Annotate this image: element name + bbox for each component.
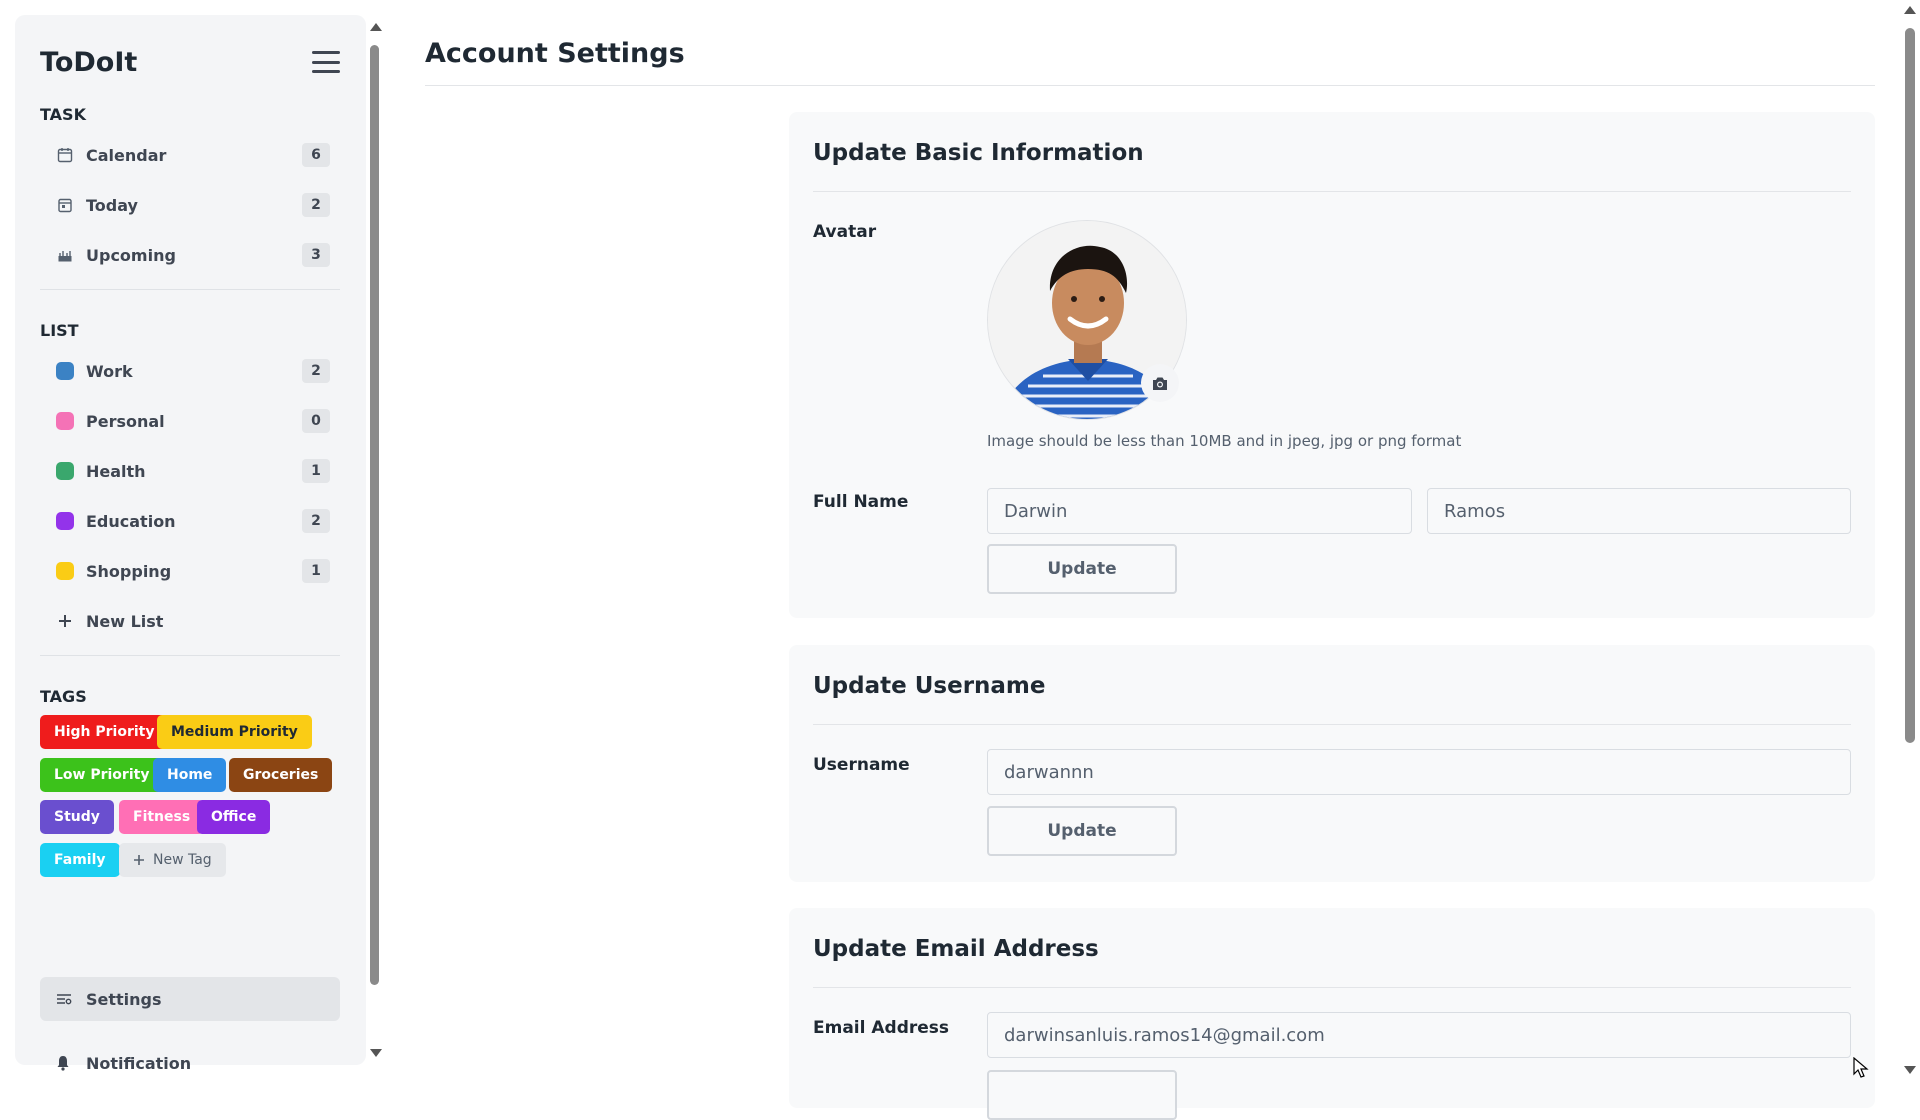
tags-section-title: TAGS xyxy=(40,687,87,706)
sidebar-item-today[interactable]: Today 2 xyxy=(40,185,330,225)
scroll-down-arrow-icon[interactable] xyxy=(1904,1066,1916,1074)
scroll-up-arrow-icon[interactable] xyxy=(370,23,382,31)
list-section-title: LIST xyxy=(40,321,79,340)
sidebar-header: ToDoIt xyxy=(40,45,340,85)
email-label: Email Address xyxy=(813,1018,950,1038)
tag-study[interactable]: Study xyxy=(40,800,114,834)
card-title: Update Username xyxy=(813,673,1046,699)
sidebar-item-label: Today xyxy=(86,195,138,215)
avatar-label: Avatar xyxy=(813,222,877,242)
new-tag-button[interactable]: New Tag xyxy=(119,843,226,877)
calendar-day-icon xyxy=(56,196,74,214)
sidebar-item-label: Calendar xyxy=(86,145,167,165)
tag-medium-priority[interactable]: Medium Priority xyxy=(157,715,312,749)
list-color-dot xyxy=(56,512,74,530)
list-color-dot xyxy=(56,362,74,380)
username-card: Update Username Username darwannn Update xyxy=(789,645,1875,882)
tag-family[interactable]: Family xyxy=(40,843,120,877)
page-title: Account Settings xyxy=(425,38,685,69)
sidebar-item-label: Personal xyxy=(86,411,165,431)
username-label: Username xyxy=(813,755,910,775)
sidebar-item-upcoming[interactable]: Upcoming 3 xyxy=(40,235,330,275)
sidebar: ToDoIt TASK Calendar 6 Today 2 Upcoming … xyxy=(15,15,366,1073)
card-title: Update Basic Information xyxy=(813,140,1144,166)
sidebar-item-label: Notification xyxy=(86,1053,192,1073)
sidebar-item-work[interactable]: Work 2 xyxy=(40,351,330,391)
camera-icon[interactable] xyxy=(1141,364,1179,402)
divider xyxy=(40,289,340,290)
sidebar-item-label: Health xyxy=(86,461,146,481)
menu-icon[interactable] xyxy=(312,51,340,73)
task-section-title: TASK xyxy=(40,105,86,124)
update-name-button[interactable]: Update xyxy=(987,544,1177,594)
calendar-icon xyxy=(56,146,74,164)
new-list-button[interactable]: New List xyxy=(40,601,330,641)
card-title: Update Email Address xyxy=(813,936,1099,962)
plus-icon xyxy=(56,612,74,630)
sidebar-item-shopping[interactable]: Shopping 1 xyxy=(40,551,330,591)
count-badge: 2 xyxy=(302,193,330,217)
tag-office[interactable]: Office xyxy=(197,800,271,834)
app-logo: ToDoIt xyxy=(40,47,138,78)
basic-info-card: Update Basic Information Avatar Image sh… xyxy=(789,112,1875,618)
count-badge: 3 xyxy=(302,243,330,267)
card-divider xyxy=(813,191,1851,192)
count-badge: 2 xyxy=(302,359,330,383)
tag-high-priority[interactable]: High Priority xyxy=(40,715,169,749)
full-name-label: Full Name xyxy=(813,492,909,512)
count-badge: 0 xyxy=(302,409,330,433)
count-badge: 1 xyxy=(302,559,330,583)
first-name-input[interactable]: Darwin xyxy=(987,488,1412,534)
sidebar-item-settings[interactable]: Settings xyxy=(40,977,340,1021)
scroll-up-arrow-icon[interactable] xyxy=(1904,6,1916,14)
upcoming-icon xyxy=(56,246,74,264)
list-color-dot xyxy=(56,412,74,430)
sidebar-item-notification[interactable]: Notification xyxy=(40,1045,340,1081)
avatar-hint: Image should be less than 10MB and in jp… xyxy=(987,432,1462,450)
username-input[interactable]: darwannn xyxy=(987,749,1851,795)
card-divider xyxy=(813,987,1851,988)
sidebar-item-label: Work xyxy=(86,361,133,381)
sidebar-item-label: Shopping xyxy=(86,561,172,581)
new-list-label: New List xyxy=(86,611,164,631)
sidebar-item-personal[interactable]: Personal 0 xyxy=(40,401,330,441)
tag-low-priority[interactable]: Low Priority xyxy=(40,758,164,792)
email-input[interactable]: darwinsanluis.ramos14@gmail.com xyxy=(987,1012,1851,1058)
last-name-input[interactable]: Ramos xyxy=(1427,488,1851,534)
sidebar-item-health[interactable]: Health 1 xyxy=(40,451,330,491)
plus-icon xyxy=(134,855,144,865)
tag-home[interactable]: Home xyxy=(153,758,227,792)
scrollbar-thumb[interactable] xyxy=(370,45,379,985)
update-username-button[interactable]: Update xyxy=(987,806,1177,856)
list-color-dot xyxy=(56,562,74,580)
bell-icon xyxy=(56,1055,74,1071)
card-divider xyxy=(813,724,1851,725)
scroll-down-arrow-icon[interactable] xyxy=(370,1049,382,1057)
settings-sliders-icon xyxy=(56,992,74,1006)
main-scrollbar[interactable] xyxy=(1900,0,1920,1080)
sidebar-item-education[interactable]: Education 2 xyxy=(40,501,330,541)
list-color-dot xyxy=(56,462,74,480)
sidebar-scrollbar[interactable] xyxy=(366,15,384,1065)
sidebar-item-label: Upcoming xyxy=(86,245,176,265)
scrollbar-thumb[interactable] xyxy=(1905,28,1915,743)
sidebar-item-label: Education xyxy=(86,511,176,531)
count-badge: 1 xyxy=(302,459,330,483)
title-divider xyxy=(425,85,1875,86)
new-tag-label: New Tag xyxy=(153,852,212,868)
tag-fitness[interactable]: Fitness xyxy=(119,800,205,834)
divider xyxy=(40,655,340,656)
sidebar-item-label: Settings xyxy=(86,989,162,1009)
sidebar-item-calendar[interactable]: Calendar 6 xyxy=(40,135,330,175)
count-badge: 2 xyxy=(302,509,330,533)
update-email-button[interactable] xyxy=(987,1070,1177,1120)
mouse-cursor-icon xyxy=(1853,1056,1869,1083)
email-card: Update Email Address Email Address darwi… xyxy=(789,908,1875,1120)
count-badge: 6 xyxy=(302,143,330,167)
tag-groceries[interactable]: Groceries xyxy=(229,758,333,792)
